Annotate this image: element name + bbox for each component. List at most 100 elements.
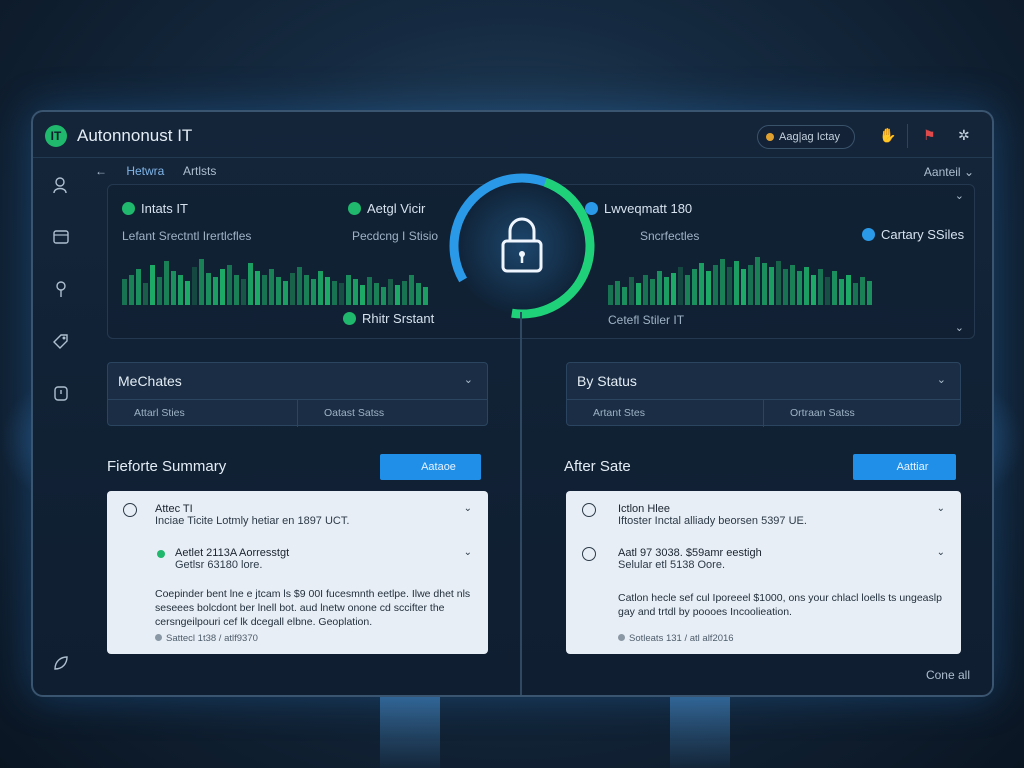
tag-icon[interactable]: [51, 332, 71, 352]
activity-bar: [402, 281, 407, 305]
dropdown-option[interactable]: Attarl Sties: [108, 400, 297, 427]
activity-bar: [381, 287, 386, 305]
top-nav-right-label: Aanteil: [923, 165, 961, 179]
card-item[interactable]: Aetlet 2113A Aorresstgt Getlsr 63180 lor…: [175, 547, 289, 571]
chevron-down-icon: ⌄: [963, 165, 974, 179]
activity-bar: [122, 279, 127, 305]
activity-bar: [727, 267, 732, 305]
user-icon[interactable]: [51, 176, 71, 196]
green-dot-icon: [348, 202, 361, 215]
overview-right-bottom: Cetefl Stiler IT: [608, 313, 685, 327]
after-sate-action-button[interactable]: Aattiar: [853, 454, 956, 480]
card-description: Coepinder bent lne e jtcam ls $9 00I fuc…: [155, 588, 471, 628]
card-item[interactable]: Aatl 97 3038. $59amr eestigh Selular etl…: [618, 547, 762, 571]
chevron-down-icon[interactable]: ⌄: [955, 321, 964, 334]
activity-bar: [748, 265, 753, 305]
activity-bar: [395, 285, 400, 305]
status-pill-label: Aag|ag Ictay: [779, 131, 840, 143]
activity-bar: [360, 285, 365, 305]
activity-bar: [248, 263, 253, 305]
activity-bar: [178, 275, 183, 305]
activity-bar: [206, 273, 211, 305]
card-item-title: Aetlet 2113A Aorresstgt: [175, 547, 290, 559]
activity-bar: [783, 269, 788, 305]
check-dot-icon: [122, 202, 135, 215]
green-status-dot-icon: [157, 550, 165, 558]
activity-bar: [213, 277, 218, 305]
activity-bar: [367, 277, 372, 305]
activity-bar: [157, 277, 162, 305]
card-item[interactable]: Ictlon Hlee Iftoster Inctal alliady beor…: [618, 503, 807, 527]
clock-icon[interactable]: [51, 384, 71, 404]
activity-bar: [657, 271, 662, 305]
chevron-down-icon[interactable]: ⌄: [955, 189, 964, 202]
settings-gear-icon[interactable]: ✲: [958, 127, 970, 144]
leaf-icon[interactable]: [51, 654, 71, 674]
blue-dot-icon: [862, 228, 875, 241]
back-arrow-icon[interactable]: ←: [95, 164, 107, 178]
chevron-down-icon: ⌄: [463, 374, 473, 386]
activity-bar: [325, 277, 330, 305]
activity-bar: [790, 265, 795, 305]
meta-dot-icon: [618, 634, 625, 641]
activity-bar: [276, 277, 281, 305]
chevron-down-icon[interactable]: ⌄: [464, 547, 472, 558]
activity-bar: [416, 283, 421, 305]
activity-bar: [776, 261, 781, 305]
activity-bar: [622, 287, 627, 305]
dropdown-mechates[interactable]: MeChates ⌄ Attarl Sties Oatast Satss: [107, 362, 488, 427]
dropdown-option[interactable]: Oatast Satss: [297, 400, 487, 427]
activity-bar: [150, 265, 155, 305]
calendar-icon[interactable]: [51, 228, 71, 248]
location-pin-icon[interactable]: [51, 280, 71, 300]
chevron-down-icon[interactable]: ⌄: [937, 547, 945, 558]
dropdown-option[interactable]: Artant Stes: [567, 400, 763, 427]
activity-bar: [797, 271, 802, 305]
card-item[interactable]: Attec TI Inciae Ticite Lotmly hetiar en …: [155, 503, 349, 527]
overview-left-sub: Lefant Srectntl Irertlcfles: [122, 229, 252, 243]
activity-bar: [199, 259, 204, 305]
see-all-link[interactable]: Cone all: [926, 668, 970, 682]
dropdown-by-status[interactable]: By Status ⌄ Artant Stes Ortraan Satss: [566, 362, 961, 427]
card-meta: Sotleats 131 / atl alf2016: [618, 633, 734, 644]
titlebar-divider: [907, 124, 908, 148]
hand-icon[interactable]: ✋: [879, 127, 896, 144]
card-item-sub: Iftoster Inctal alliady beorsen 5397 UE.: [618, 515, 807, 527]
activity-bar: [220, 269, 225, 305]
card-item-sub: Inciae Ticite Lotmly hetiar en 1897 UCT.: [155, 515, 350, 527]
card-item-title: Ictlon Hlee: [618, 503, 670, 515]
overview-mid-top-text: Aetgl Vicir: [367, 201, 426, 216]
summary-action-button[interactable]: Aataoe: [380, 454, 481, 480]
card-item-sub: Getlsr 63180 lore.: [175, 559, 263, 571]
green-dot-icon: [343, 312, 356, 325]
sidebar: [33, 158, 89, 695]
activity-bar: [643, 275, 648, 305]
activity-bar: [860, 277, 865, 305]
activity-bar: [318, 271, 323, 305]
activity-bar: [353, 279, 358, 305]
app-logo: IT: [45, 125, 67, 147]
dropdown-title: By Status: [577, 373, 637, 389]
activity-bar: [734, 261, 739, 305]
card-meta: Sattecl 1t38 / atlf9370: [155, 633, 258, 644]
section-title-after-sate: After Sate: [564, 458, 631, 475]
chevron-down-icon[interactable]: ⌄: [464, 503, 472, 514]
alert-icon[interactable]: ⚑: [923, 127, 936, 144]
activity-bar: [143, 283, 148, 305]
activity-bar: [804, 267, 809, 305]
card-item-title: Attec TI: [155, 503, 193, 515]
activity-bar: [706, 271, 711, 305]
activity-bars-right: [608, 249, 872, 305]
activity-bar: [192, 267, 197, 305]
chevron-down-icon[interactable]: ⌄: [937, 503, 945, 514]
activity-bars-left: [122, 249, 428, 305]
tab-artlsts[interactable]: Artlsts: [183, 164, 216, 178]
activity-bar: [311, 279, 316, 305]
top-nav-right[interactable]: Aanteil ⌄: [924, 165, 974, 179]
dropdown-option[interactable]: Ortraan Satss: [763, 400, 960, 427]
tab-hetwra[interactable]: Hetwra: [126, 164, 164, 178]
activity-bar: [339, 283, 344, 305]
activity-bar: [374, 283, 379, 305]
activity-bar: [720, 259, 725, 305]
status-pill[interactable]: Aag|ag Ictay: [757, 125, 855, 149]
